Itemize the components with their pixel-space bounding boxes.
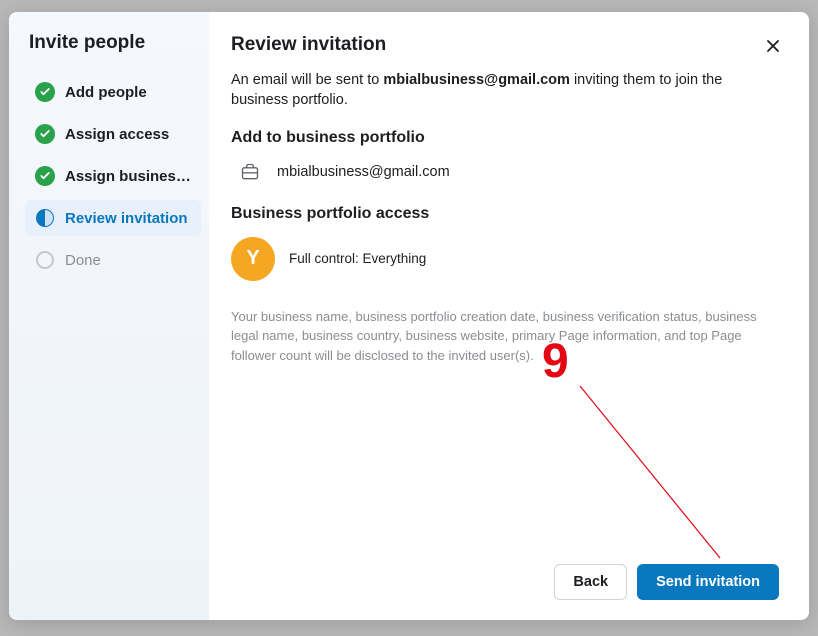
step-done[interactable]: Done bbox=[25, 242, 201, 278]
step-review-invitation[interactable]: Review invitation bbox=[25, 200, 201, 236]
step-assign-business-assets[interactable]: Assign business a... bbox=[25, 158, 201, 194]
wizard-sidebar: Invite people Add people Assign access A… bbox=[9, 12, 209, 620]
disclosure-text: Your business name, business portfolio c… bbox=[231, 307, 779, 366]
intro-email: mbialbusiness@gmail.com bbox=[383, 72, 570, 88]
sidebar-title: Invite people bbox=[25, 32, 201, 54]
section-access-heading: Business portfolio access bbox=[231, 205, 779, 223]
briefcase-icon bbox=[239, 161, 261, 183]
check-icon bbox=[35, 82, 55, 102]
back-button[interactable]: Back bbox=[554, 564, 627, 600]
check-icon bbox=[35, 166, 55, 186]
invite-modal: Invite people Add people Assign access A… bbox=[9, 12, 809, 620]
send-invitation-button[interactable]: Send invitation bbox=[637, 564, 779, 600]
step-label: Done bbox=[65, 252, 101, 269]
intro-text: An email will be sent to mbialbusiness@g… bbox=[231, 70, 779, 111]
modal-footer: Back Send invitation bbox=[231, 544, 779, 600]
portfolio-row: mbialbusiness@gmail.com bbox=[231, 161, 779, 183]
portfolio-email: mbialbusiness@gmail.com bbox=[277, 164, 450, 180]
section-portfolio-heading: Add to business portfolio bbox=[231, 129, 779, 147]
step-assign-access[interactable]: Assign access bbox=[25, 116, 201, 152]
step-label: Assign access bbox=[65, 126, 169, 143]
intro-prefix: An email will be sent to bbox=[231, 72, 383, 88]
step-label: Add people bbox=[65, 84, 147, 101]
progress-icon bbox=[35, 208, 55, 228]
empty-circle-icon bbox=[35, 250, 55, 270]
check-icon bbox=[35, 124, 55, 144]
avatar: Y bbox=[231, 237, 275, 281]
modal-content: Review invitation An email will be sent … bbox=[209, 12, 809, 620]
step-label: Assign business a... bbox=[65, 168, 191, 185]
page-title: Review invitation bbox=[231, 34, 779, 56]
access-row: Y Full control: Everything bbox=[231, 237, 779, 281]
step-label: Review invitation bbox=[65, 210, 188, 227]
close-button[interactable] bbox=[759, 32, 787, 60]
step-add-people[interactable]: Add people bbox=[25, 74, 201, 110]
access-text: Full control: Everything bbox=[289, 251, 426, 266]
